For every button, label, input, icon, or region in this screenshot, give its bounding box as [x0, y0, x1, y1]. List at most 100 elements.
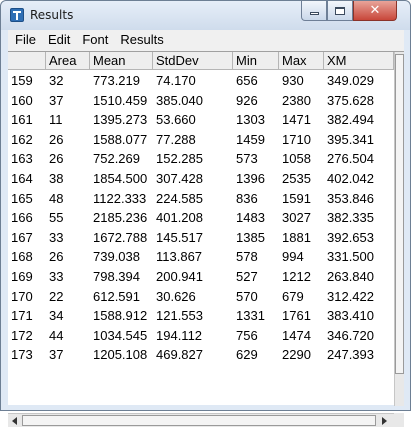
- cell-stddev: 307.428: [156, 170, 203, 186]
- cell-xm: 383.410: [327, 308, 374, 324]
- cell-xm: 346.720: [327, 327, 374, 343]
- table-row[interactable]: 168 26 739.038 113.867 578 994 331.500: [8, 247, 394, 267]
- table-row[interactable]: 173 37 1205.108 469.827 629 2290 247.393: [8, 345, 394, 365]
- column-header-area[interactable]: Area: [46, 52, 90, 70]
- table-row[interactable]: 170 22 612.591 30.626 570 679 312.422: [8, 287, 394, 307]
- menu-bar: File Edit Font Results: [8, 30, 404, 50]
- cell-min: 1483: [236, 210, 265, 226]
- maximize-button[interactable]: [327, 1, 353, 21]
- table-row[interactable]: 172 44 1034.545 194.112 756 1474 346.720: [8, 326, 394, 346]
- cell-area: 33: [49, 268, 64, 284]
- cell-index: 166: [11, 210, 33, 226]
- table-row[interactable]: 162 26 1588.077 77.288 1459 1710 395.341: [8, 130, 394, 150]
- column-header-max[interactable]: Max: [279, 52, 324, 70]
- close-button[interactable]: ✕: [353, 1, 397, 21]
- table-row[interactable]: 160 37 1510.459 385.040 926 2380 375.628: [8, 91, 394, 111]
- cell-xm: 375.628: [327, 92, 374, 108]
- table-header: Area Mean StdDev Min Max XM: [8, 52, 394, 70]
- cell-stddev: 145.517: [156, 229, 203, 245]
- cell-stddev: 152.285: [156, 151, 203, 167]
- menu-file[interactable]: File: [8, 30, 42, 50]
- title-bar[interactable]: Results ✕: [1, 1, 410, 30]
- cell-stddev: 401.208: [156, 210, 203, 226]
- vertical-scrollbar[interactable]: [394, 52, 404, 406]
- cell-index: 161: [11, 112, 33, 128]
- cell-stddev: 121.553: [156, 308, 203, 324]
- horizontal-scrollbar[interactable]: [8, 413, 394, 427]
- cell-index: 159: [11, 73, 33, 88]
- cell-index: 170: [11, 288, 33, 304]
- cell-index: 162: [11, 131, 33, 147]
- cell-stddev: 74.170: [156, 73, 196, 88]
- table-row[interactable]: 171 34 1588.912 121.553 1331 1761 383.410: [8, 306, 394, 326]
- column-header-min[interactable]: Min: [233, 52, 279, 70]
- cell-mean: 1034.545: [93, 327, 148, 343]
- cell-area: 55: [49, 210, 64, 226]
- cell-mean: 798.394: [93, 268, 140, 284]
- cell-max: 1212: [282, 268, 311, 284]
- cell-max: 2535: [282, 170, 311, 186]
- column-header-xm[interactable]: XM: [324, 52, 394, 70]
- cell-mean: 612.591: [93, 288, 140, 304]
- cell-stddev: 200.941: [156, 268, 203, 284]
- horizontal-scroll-thumb[interactable]: [22, 415, 376, 426]
- close-icon: ✕: [369, 3, 381, 18]
- cell-area: 26: [49, 249, 64, 265]
- cell-index: 167: [11, 229, 33, 245]
- table-row[interactable]: 166 55 2185.236 401.208 1483 3027 382.335: [8, 208, 394, 228]
- scroll-left-arrow-icon[interactable]: [12, 417, 17, 425]
- table-row[interactable]: 167 33 1672.788 145.517 1385 1881 392.653: [8, 228, 394, 248]
- cell-min: 656: [236, 73, 258, 88]
- cell-index: 163: [11, 151, 33, 167]
- cell-max: 1058: [282, 151, 311, 167]
- maximize-icon: [335, 6, 345, 15]
- cell-mean: 1588.077: [93, 131, 148, 147]
- table-row[interactable]: 161 11 1395.273 53.660 1303 1471 382.494: [8, 110, 394, 130]
- minimize-button[interactable]: [301, 1, 327, 21]
- cell-area: 34: [49, 308, 64, 324]
- table-row[interactable]: 164 38 1854.500 307.428 1396 2535 402.042: [8, 169, 394, 189]
- cell-min: 836: [236, 190, 258, 206]
- cell-min: 527: [236, 268, 258, 284]
- cell-max: 994: [282, 249, 304, 265]
- table-row[interactable]: 159 32 773.219 74.170 656 930 349.029: [8, 71, 394, 91]
- cell-mean: 1395.273: [93, 112, 148, 128]
- cell-mean: 752.269: [93, 151, 140, 167]
- cell-mean: 2185.236: [93, 210, 148, 226]
- cell-stddev: 113.867: [156, 249, 203, 265]
- cell-min: 926: [236, 92, 258, 108]
- table-row[interactable]: 169 33 798.394 200.941 527 1212 263.840: [8, 267, 394, 287]
- table-row[interactable]: 165 48 1122.333 224.585 836 1591 353.846: [8, 189, 394, 209]
- cell-min: 1303: [236, 112, 265, 128]
- cell-xm: 349.029: [327, 73, 374, 88]
- menu-edit[interactable]: Edit: [42, 30, 76, 50]
- cell-stddev: 30.626: [156, 288, 196, 304]
- cell-min: 1396: [236, 170, 265, 186]
- cell-index: 171: [11, 308, 33, 324]
- menu-results[interactable]: Results: [114, 30, 169, 50]
- column-header-index[interactable]: [8, 52, 46, 70]
- scrollbar-corner: [394, 413, 404, 427]
- cell-stddev: 469.827: [156, 347, 203, 363]
- minimize-icon: [309, 12, 319, 15]
- cell-max: 930: [282, 73, 304, 88]
- results-table[interactable]: Area Mean StdDev Min Max XM 159 32 773.219…: [8, 51, 404, 427]
- table-row[interactable]: 163 26 752.269 152.285 573 1058 276.504: [8, 149, 394, 169]
- results-window: Results ✕ File Edit Font Results Area Me…: [0, 0, 411, 427]
- vertical-scroll-thumb[interactable]: [395, 54, 404, 374]
- cell-area: 38: [49, 170, 64, 186]
- cell-index: 172: [11, 327, 33, 343]
- cell-min: 570: [236, 288, 258, 304]
- cell-area: 37: [49, 92, 64, 108]
- cell-max: 2380: [282, 92, 311, 108]
- column-header-mean[interactable]: Mean: [90, 52, 153, 70]
- scroll-right-arrow-icon[interactable]: [382, 417, 387, 425]
- imagej-app-icon[interactable]: [10, 8, 24, 22]
- cell-max: 2290: [282, 347, 311, 363]
- cell-xm: 392.653: [327, 229, 374, 245]
- menu-font[interactable]: Font: [76, 30, 114, 50]
- cell-area: 32: [49, 73, 64, 88]
- cell-xm: 402.042: [327, 170, 374, 186]
- window-client-area: File Edit Font Results Area Mean StdDev …: [8, 30, 404, 427]
- column-header-stddev[interactable]: StdDev: [153, 52, 233, 70]
